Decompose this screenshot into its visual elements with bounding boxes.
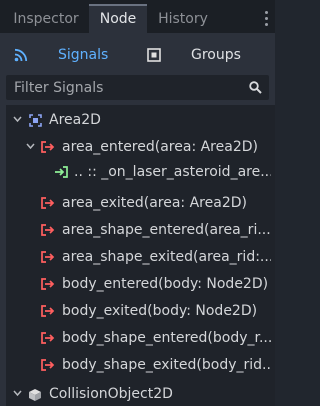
signal-name: body_entered(body: Node2D) [62, 276, 269, 292]
connection-row[interactable]: .. :: _on_laser_asteroid_are... [6, 160, 275, 184]
dock-tab-bar: Inspector Node History [0, 0, 275, 35]
node-name: Area2D [49, 112, 101, 128]
signal-name: body_exited(body: Node2D) [62, 303, 258, 319]
mode-buttons: Signals Groups [0, 39, 275, 71]
tree-row-collision-object[interactable]: CollisionObject2D [6, 382, 275, 406]
signal-icon [41, 278, 55, 290]
groups-label: Groups [191, 47, 241, 63]
node-dock-panel: Signals Groups Area2D [0, 33, 275, 406]
signals-tree: Area2D area_entered(area: Area2D) .. :: … [6, 105, 275, 406]
chevron-down-icon[interactable] [13, 116, 22, 123]
groups-button[interactable]: Groups [138, 39, 269, 71]
tree-scrollbar[interactable] [271, 105, 275, 406]
signal-row-area-shape-exited[interactable]: area_shape_exited(area_rid:... [6, 245, 275, 269]
signal-name: area_entered(area: Area2D) [62, 139, 258, 155]
chevron-down-icon[interactable] [26, 143, 35, 150]
signal-icon [41, 141, 55, 153]
signal-name: body_shape_exited(body_rid... [62, 357, 275, 373]
signal-icon [41, 224, 55, 236]
signal-name: area_exited(area: Area2D) [62, 195, 247, 211]
dock-menu-icon[interactable] [265, 11, 269, 29]
groups-icon [147, 48, 161, 62]
signal-name: area_shape_entered(area_ri... [62, 222, 271, 238]
connection-name: .. :: _on_laser_asteroid_are... [74, 164, 274, 180]
signal-name: area_shape_exited(area_rid:... [62, 249, 274, 265]
signal-icon [41, 359, 55, 371]
signal-wifi-icon [14, 48, 28, 62]
signal-icon [41, 197, 55, 209]
signals-button[interactable]: Signals [6, 39, 134, 71]
signal-row-body-shape-exited[interactable]: body_shape_exited(body_rid... [6, 353, 275, 377]
signal-name: body_shape_entered(body_r... [62, 330, 273, 346]
signal-row-body-shape-entered[interactable]: body_shape_entered(body_r... [6, 326, 275, 350]
area2d-icon [29, 114, 42, 127]
filter-signals-field [6, 75, 269, 100]
collision-object-icon [29, 389, 41, 401]
signal-row-area-entered[interactable]: area_entered(area: Area2D) [6, 135, 275, 159]
signal-row-area-shape-entered[interactable]: area_shape_entered(area_ri... [6, 218, 275, 242]
tree-row-area2d[interactable]: Area2D [6, 108, 275, 132]
tab-history[interactable]: History [149, 5, 217, 33]
signals-label: Signals [58, 47, 109, 63]
search-icon[interactable] [249, 81, 262, 94]
signal-row-body-exited[interactable]: body_exited(body: Node2D) [6, 299, 275, 323]
signal-icon [41, 305, 55, 317]
filter-signals-input[interactable] [6, 75, 242, 100]
signal-icon [41, 332, 55, 344]
signal-row-area-exited[interactable]: area_exited(area: Area2D) [6, 191, 275, 215]
chevron-down-icon[interactable] [13, 390, 22, 397]
tab-node[interactable]: Node [89, 4, 147, 35]
signal-row-body-entered[interactable]: body_entered(body: Node2D) [6, 272, 275, 296]
node-name: CollisionObject2D [49, 386, 173, 402]
tab-inspector[interactable]: Inspector [4, 5, 88, 33]
connection-icon [55, 166, 68, 178]
signal-icon [41, 251, 55, 263]
